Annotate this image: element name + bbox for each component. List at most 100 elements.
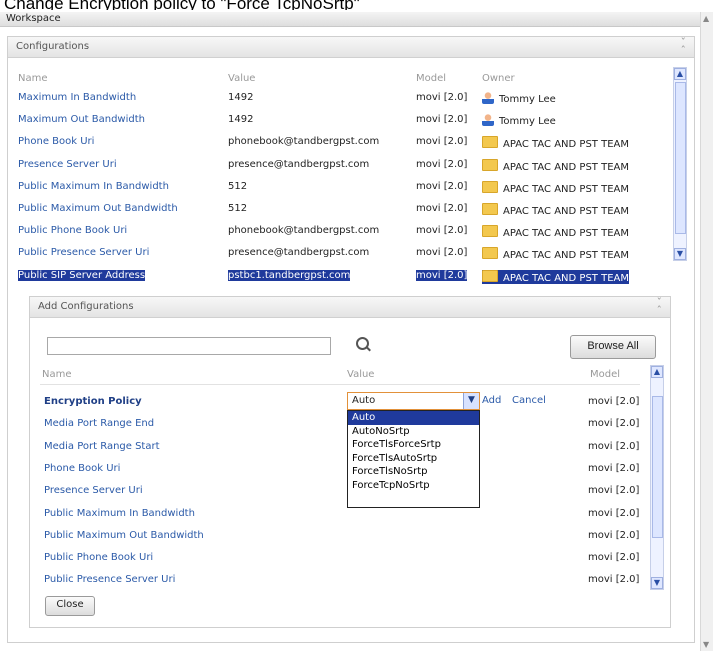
scroll-up-icon[interactable]: ▲ bbox=[651, 366, 663, 378]
workspace-header: Workspace bbox=[0, 12, 700, 27]
scroll-up-icon[interactable]: ▲ bbox=[674, 68, 686, 80]
configurations-scrollbar[interactable]: ▲ ▼ bbox=[673, 67, 687, 261]
scroll-up-icon[interactable]: ▲ bbox=[703, 14, 709, 23]
row-value: phonebook@tandbergpst.com bbox=[228, 136, 380, 148]
row-name[interactable]: Public Presence Server Uri bbox=[18, 247, 149, 258]
row-owner-label: APAC TAC AND PST TEAM bbox=[503, 183, 629, 195]
column-header-value[interactable]: Value bbox=[228, 73, 255, 84]
collapse-icon[interactable]: ˇˆ bbox=[681, 37, 687, 56]
row-owner: APAC TAC AND PST TEAM bbox=[482, 158, 629, 173]
browse-all-button[interactable]: Browse All bbox=[570, 335, 656, 359]
item-name[interactable]: Encryption Policy bbox=[44, 396, 142, 407]
folder-icon bbox=[482, 269, 498, 282]
add-configurations-title: Add Configurations bbox=[38, 301, 134, 312]
collapse-icon[interactable]: ˇˆ bbox=[657, 297, 663, 316]
table-row[interactable]: Maximum In Bandwidth 1492 movi [2.0] Tommy … bbox=[18, 87, 668, 109]
item-name[interactable]: Presence Server Uri bbox=[44, 485, 143, 496]
item-model: movi [2.0] bbox=[588, 485, 640, 497]
row-value: pstbc1.tandbergpst.com bbox=[228, 269, 351, 281]
row-owner-label: Tommy Lee bbox=[499, 94, 556, 105]
item-name[interactable]: Public Maximum Out Bandwidth bbox=[44, 530, 204, 541]
search-icon[interactable] bbox=[356, 337, 369, 350]
add-configurations-scrollbar[interactable]: ▲ ▼ bbox=[650, 365, 664, 590]
row-name[interactable]: Public Phone Book Uri bbox=[18, 225, 127, 236]
item-name[interactable]: Public Phone Book Uri bbox=[44, 552, 153, 563]
list-item[interactable]: Presence Server Uri movi [2.0] bbox=[44, 480, 644, 502]
search-input[interactable] bbox=[47, 337, 331, 355]
column-header-value[interactable]: Value bbox=[347, 369, 374, 380]
row-name[interactable]: Maximum In Bandwidth bbox=[18, 92, 136, 103]
add-link[interactable]: Add bbox=[482, 395, 501, 406]
column-header-model[interactable]: Model bbox=[416, 73, 446, 84]
item-name[interactable]: Phone Book Uri bbox=[44, 463, 120, 474]
list-item[interactable]: Encryption Policy movi [2.0] bbox=[44, 391, 644, 413]
page-scrollbar[interactable]: ▲ ▼ bbox=[700, 12, 713, 651]
folder-icon bbox=[482, 180, 498, 193]
list-item[interactable]: Media Port Range End movi [2.0] bbox=[44, 413, 644, 435]
table-row[interactable]: Phone Book Uri phonebook@tandbergpst.com m… bbox=[18, 131, 668, 153]
list-item[interactable]: Public Presence Server Uri movi [2.0] bbox=[44, 569, 644, 591]
table-row[interactable]: Public SIP Server Address pstbc1.tandberg… bbox=[18, 265, 668, 287]
instruction-caption: Change Encryption policy to "Force TcpNo… bbox=[4, 0, 360, 10]
header-divider bbox=[40, 384, 640, 385]
table-row[interactable]: Presence Server Uri presence@tandbergpst.… bbox=[18, 154, 668, 176]
list-item[interactable]: Public Maximum In Bandwidth movi [2.0] bbox=[44, 503, 644, 525]
row-owner-label: Tommy Lee bbox=[499, 116, 556, 128]
item-name[interactable]: Public Presence Server Uri bbox=[44, 574, 175, 585]
cancel-link[interactable]: Cancel bbox=[512, 395, 546, 406]
configurations-title: Configurations bbox=[16, 41, 90, 52]
list-item[interactable]: Media Port Range Start movi [2.0] bbox=[44, 436, 644, 458]
scroll-thumb[interactable] bbox=[675, 82, 686, 234]
scroll-down-icon[interactable]: ▼ bbox=[703, 640, 709, 649]
column-header-owner[interactable]: Owner bbox=[482, 73, 515, 84]
folder-icon bbox=[482, 158, 498, 171]
encryption-policy-dropdown: Auto AutoNoSrtp ForceTlsForceSrtp ForceTlsA… bbox=[347, 410, 480, 508]
item-name[interactable]: Media Port Range Start bbox=[44, 441, 160, 452]
row-value: 1492 bbox=[228, 114, 254, 126]
scroll-down-icon[interactable]: ▼ bbox=[651, 577, 663, 589]
table-row[interactable]: Public Phone Book Uri phonebook@tandbergp… bbox=[18, 220, 668, 242]
table-row[interactable]: Public Maximum Out Bandwidth 512 movi [2.0… bbox=[18, 198, 668, 220]
row-value: presence@tandbergpst.com bbox=[228, 158, 370, 170]
dropdown-option[interactable]: ForceTlsForceSrtp bbox=[348, 438, 479, 452]
close-button[interactable]: Close bbox=[45, 596, 95, 616]
row-owner-label: APAC TAC AND PST TEAM bbox=[503, 228, 629, 240]
dropdown-option[interactable]: ForceTlsAutoSrtp bbox=[348, 452, 479, 466]
list-item[interactable]: Public Maximum Out Bandwidth movi [2.0] bbox=[44, 525, 644, 547]
column-header-name[interactable]: Name bbox=[18, 73, 48, 84]
list-item[interactable]: Phone Book Uri movi [2.0] bbox=[44, 458, 644, 480]
item-model: movi [2.0] bbox=[588, 462, 640, 474]
scroll-down-icon[interactable]: ▼ bbox=[674, 248, 686, 260]
row-owner-label: APAC TAC AND PST TEAM bbox=[503, 250, 629, 262]
encryption-policy-select[interactable]: Auto ▼ bbox=[347, 392, 480, 410]
user-icon bbox=[482, 92, 494, 104]
table-row[interactable]: Maximum Out Bandwidth 1492 movi [2.0] Tommy… bbox=[18, 109, 668, 131]
row-name[interactable]: Public SIP Server Address bbox=[18, 269, 146, 281]
row-name[interactable]: Phone Book Uri bbox=[18, 136, 94, 147]
item-name[interactable]: Media Port Range End bbox=[44, 418, 154, 429]
dropdown-option[interactable]: ForceTcpNoSrtp bbox=[348, 479, 479, 493]
folder-icon bbox=[482, 136, 498, 149]
column-header-model[interactable]: Model bbox=[590, 369, 620, 380]
row-model: movi [2.0] bbox=[416, 247, 468, 259]
table-row[interactable]: Public Presence Server Uri presence@tandb… bbox=[18, 242, 668, 264]
item-name[interactable]: Public Maximum In Bandwidth bbox=[44, 508, 195, 519]
dropdown-option[interactable]: Auto bbox=[348, 411, 479, 425]
dropdown-option[interactable]: ForceTlsNoSrtp bbox=[348, 465, 479, 479]
table-row[interactable]: Public Maximum In Bandwidth 512 movi [2.0]… bbox=[18, 176, 668, 198]
row-name[interactable]: Presence Server Uri bbox=[18, 159, 117, 170]
row-name[interactable]: Maximum Out Bandwidth bbox=[18, 114, 145, 125]
chevron-down-icon[interactable]: ▼ bbox=[463, 393, 479, 409]
row-name[interactable]: Public Maximum In Bandwidth bbox=[18, 181, 169, 192]
row-model: movi [2.0] bbox=[416, 92, 468, 103]
list-item[interactable]: Public Phone Book Uri movi [2.0] bbox=[44, 547, 644, 569]
row-owner: APAC TAC AND PST TEAM bbox=[482, 225, 629, 239]
configurations-header: Configurations ˇˆ bbox=[8, 37, 694, 58]
row-value: presence@tandbergpst.com bbox=[228, 247, 370, 259]
column-header-name[interactable]: Name bbox=[42, 369, 72, 380]
dropdown-option[interactable]: AutoNoSrtp bbox=[348, 425, 479, 439]
row-model: movi [2.0] bbox=[416, 180, 468, 192]
row-model: movi [2.0] bbox=[416, 136, 468, 148]
row-name[interactable]: Public Maximum Out Bandwidth bbox=[18, 203, 178, 214]
scroll-thumb[interactable] bbox=[652, 396, 663, 538]
